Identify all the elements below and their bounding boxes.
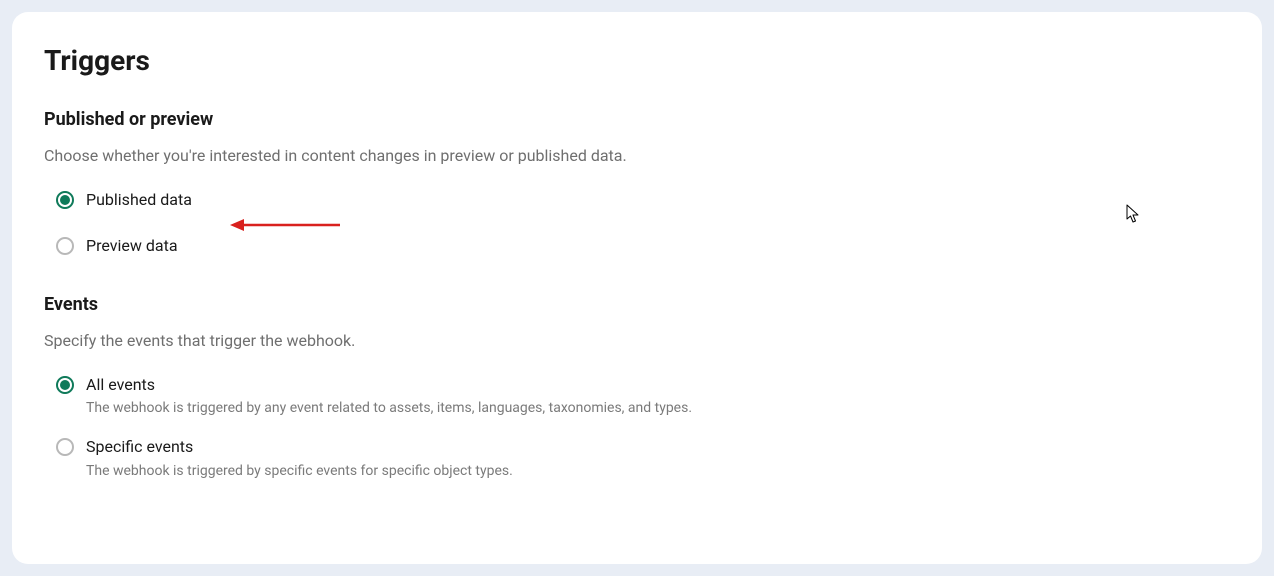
radio-option-preview-data[interactable]: Preview data: [56, 235, 1230, 257]
section-title-events: Events: [44, 294, 1230, 315]
section-desc-events: Specify the events that trigger the webh…: [44, 331, 1230, 350]
radio-icon: [56, 438, 74, 456]
radio-group-published-preview: Published data Preview data: [44, 189, 1230, 258]
radio-label: All events: [86, 374, 692, 396]
radio-text-block: Preview data: [86, 235, 178, 257]
radio-group-events: All events The webhook is triggered by a…: [44, 374, 1230, 479]
annotation-arrow-icon: [230, 218, 340, 232]
cursor-icon: [1126, 204, 1142, 228]
section-desc-published-preview: Choose whether you're interested in cont…: [44, 146, 1230, 165]
radio-label: Preview data: [86, 235, 178, 257]
radio-icon: [56, 376, 74, 394]
radio-icon: [56, 191, 74, 209]
radio-icon: [56, 237, 74, 255]
triggers-card: Triggers Published or preview Choose whe…: [12, 12, 1262, 564]
radio-option-published-data[interactable]: Published data: [56, 189, 1230, 211]
radio-label: Published data: [86, 189, 192, 211]
radio-text-block: All events The webhook is triggered by a…: [86, 374, 692, 416]
radio-text-block: Published data: [86, 189, 192, 211]
radio-sublabel: The webhook is triggered by specific eve…: [86, 463, 513, 479]
radio-option-specific-events[interactable]: Specific events The webhook is triggered…: [56, 436, 1230, 478]
radio-sublabel: The webhook is triggered by any event re…: [86, 400, 692, 416]
radio-text-block: Specific events The webhook is triggered…: [86, 436, 513, 478]
section-title-published-preview: Published or preview: [44, 109, 1230, 130]
page-title: Triggers: [44, 44, 1230, 77]
radio-option-all-events[interactable]: All events The webhook is triggered by a…: [56, 374, 1230, 416]
radio-label: Specific events: [86, 436, 513, 458]
